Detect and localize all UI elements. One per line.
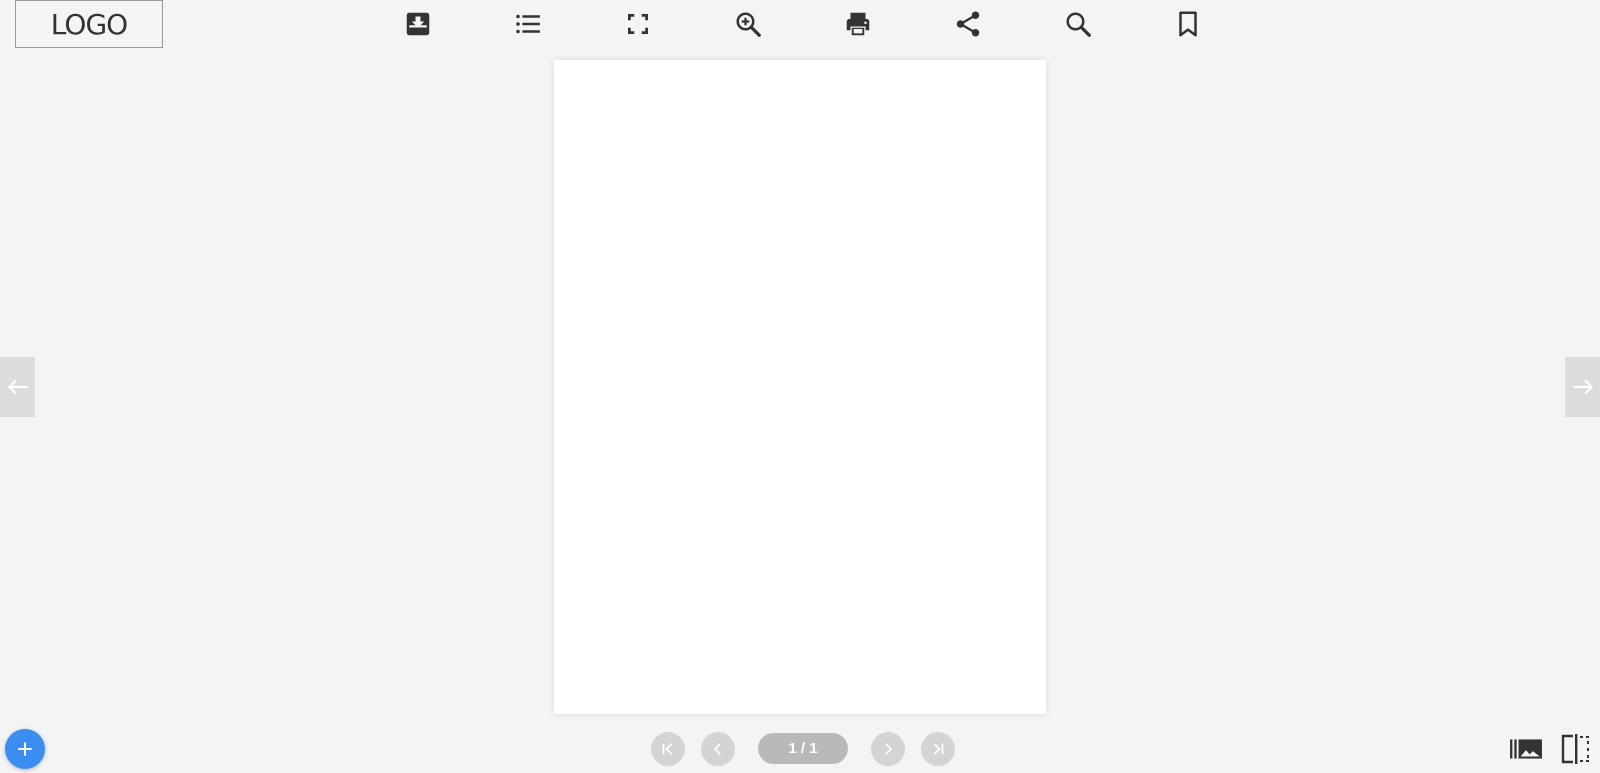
thumbnails-icon [1510,739,1542,759]
bookmark-icon [1179,11,1197,37]
split-view-icon [1561,734,1589,764]
plus-icon [18,742,32,756]
previous-page-button[interactable] [701,732,735,766]
first-page-button[interactable] [651,732,685,766]
download-tray-icon [406,12,430,36]
fullscreen-button[interactable] [618,4,658,44]
chevron-left-icon [713,743,721,755]
printer-icon [846,12,870,36]
next-page-button[interactable] [871,732,905,766]
previous-page-side-button[interactable] [0,357,35,417]
thumbnails-button[interactable] [1508,732,1544,766]
zoom-in-button[interactable] [728,4,768,44]
page-indicator[interactable]: 1 / 1 [758,733,848,764]
document-page [554,60,1046,714]
arrow-left-icon [7,379,28,395]
bookmark-button[interactable] [1168,4,1208,44]
layout-toggle-button[interactable] [1558,732,1594,766]
arrow-right-icon [1572,379,1593,395]
last-page-icon [933,743,944,755]
flipbook-viewer: LOGO 1 / 1 [0,0,1600,773]
search-button[interactable] [1058,4,1098,44]
list-icon [516,14,540,34]
first-page-icon [662,743,673,755]
add-button[interactable] [5,729,45,769]
print-button[interactable] [838,4,878,44]
table-of-contents-button[interactable] [508,4,548,44]
share-icon [956,11,980,37]
zoom-in-icon [736,12,761,37]
chevron-right-icon [885,743,893,755]
last-page-button[interactable] [921,732,955,766]
share-button[interactable] [948,4,988,44]
download-button[interactable] [398,4,438,44]
next-page-side-button[interactable] [1565,357,1600,417]
logo: LOGO [15,0,163,48]
fullscreen-icon [628,14,648,34]
search-icon [1066,12,1091,37]
